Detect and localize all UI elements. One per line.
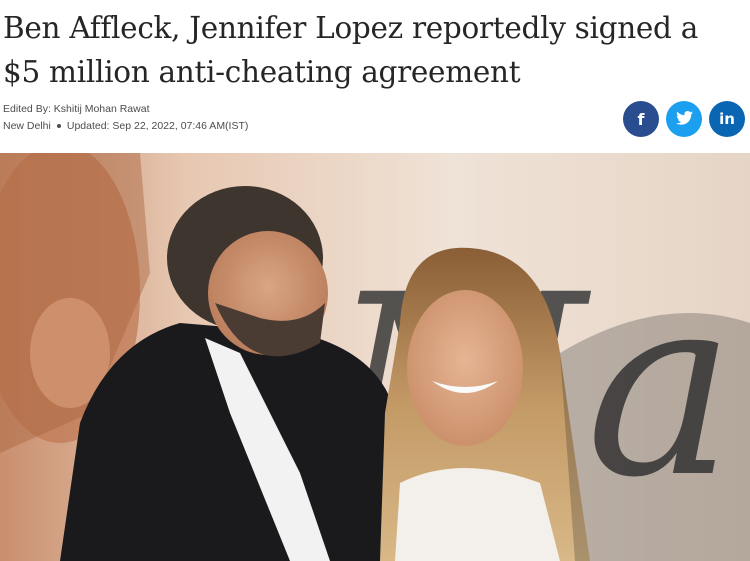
twitter-icon bbox=[675, 110, 693, 129]
linkedin-icon: in bbox=[719, 110, 735, 128]
article-editor: Edited By: Kshitij Mohan Rawat bbox=[3, 103, 150, 115]
share-linkedin-button[interactable]: in bbox=[709, 101, 745, 137]
article-updated: Updated: Sep 22, 2022, 07:46 AM(IST) bbox=[66, 120, 249, 132]
article-photo: Ma bbox=[0, 153, 750, 561]
separator-dot bbox=[56, 124, 61, 128]
facebook-icon: f bbox=[637, 109, 645, 129]
share-buttons: f in bbox=[623, 101, 745, 137]
article-location: New Delhi bbox=[3, 120, 51, 132]
article-headline: Ben Affleck, Jennifer Lopez reportedly s… bbox=[3, 11, 699, 89]
share-facebook-button[interactable]: f bbox=[623, 101, 659, 137]
share-twitter-button[interactable] bbox=[666, 101, 702, 137]
article-photo-illustration: Ma bbox=[0, 153, 750, 561]
article-dateline: New Delhi Updated: Sep 22, 2022, 07:46 A… bbox=[3, 120, 248, 132]
